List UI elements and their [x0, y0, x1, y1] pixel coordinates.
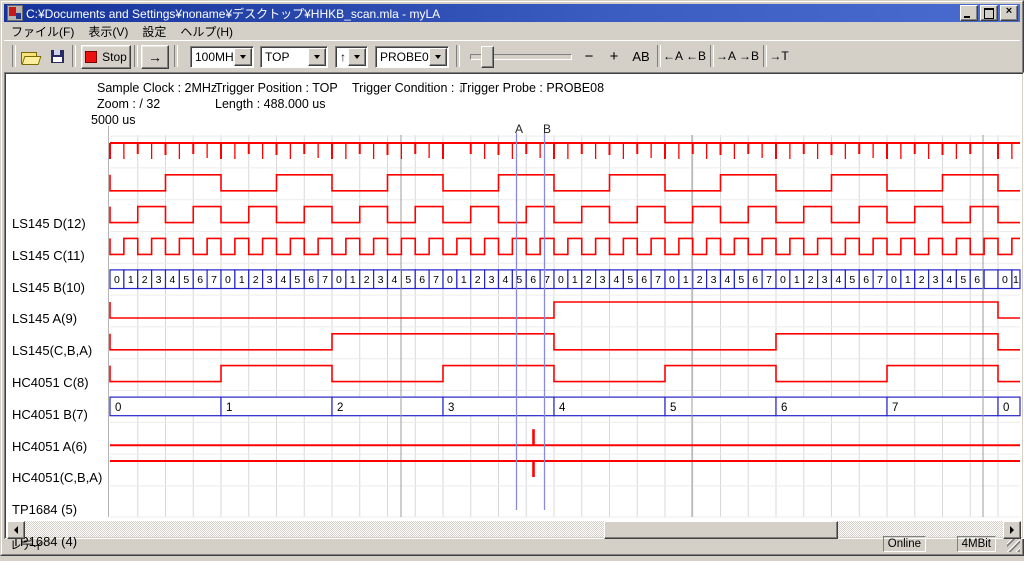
minimize-icon [964, 16, 970, 18]
trigger-probe-value: PROBE00 [376, 50, 429, 64]
toolbar-separator [134, 45, 138, 67]
close-button[interactable]: × [1000, 5, 1018, 21]
zoom-out-button[interactable]: − [580, 45, 598, 67]
left-arrow-icon [14, 526, 18, 534]
trigger-edge-select[interactable]: ↑ [335, 46, 368, 68]
run-arrow-icon: → [148, 49, 162, 65]
menu-bar: ファイル(F) 表示(V) 設定 ヘルプ(H) [4, 23, 1020, 40]
zoom-ab-button[interactable]: AB [628, 45, 654, 67]
signal-label: TP1684 (5) [12, 502, 77, 517]
maximize-icon [984, 8, 994, 19]
open-file-button[interactable] [18, 45, 42, 67]
waveform-panel: Sample Clock : 2MHz Trigger Position : T… [4, 72, 1024, 539]
resize-grip[interactable] [1007, 539, 1020, 552]
toolbar-separator [657, 45, 661, 67]
signal-label: LS145 D(12) [12, 216, 86, 231]
trigger-position-value: TOP [261, 50, 308, 64]
save-file-button[interactable] [46, 45, 68, 67]
signal-label: LS145 A(9) [12, 311, 77, 326]
online-indicator: Online [883, 536, 926, 552]
signal-label: HC4051(C,B,A) [12, 470, 102, 485]
goto-cursor-b-right-button[interactable]: →B [738, 45, 760, 67]
zoom-slider-thumb[interactable] [481, 46, 494, 68]
open-folder-icon [21, 50, 39, 63]
window-frame: C:¥Documents and Settings¥noname¥デスクトップ¥… [1, 1, 1023, 555]
toolbar-separator [12, 45, 16, 67]
signal-label: LS145 C(11) [12, 248, 85, 263]
signal-label: HC4051 C(8) [12, 375, 89, 390]
goto-cursor-a-left-button[interactable]: ←A [662, 45, 684, 67]
stop-button[interactable]: Stop [81, 45, 131, 69]
dropdown-arrow-icon[interactable] [308, 48, 326, 66]
toolbar-separator [710, 45, 714, 67]
menu-item-view[interactable]: 表示(V) [81, 22, 135, 41]
run-button[interactable]: → [141, 45, 169, 69]
window-controls: × [960, 5, 1018, 21]
zoom-in-button[interactable]: + [605, 45, 623, 67]
dropdown-arrow-icon[interactable] [234, 48, 252, 66]
signal-label: HC4051 A(6) [12, 439, 87, 454]
dropdown-arrow-icon[interactable] [429, 48, 447, 66]
app-icon[interactable] [7, 5, 23, 21]
trigger-probe-select[interactable]: PROBE00 [375, 46, 449, 68]
dropdown-arrow-icon[interactable] [348, 48, 366, 66]
stop-label: Stop [102, 50, 127, 64]
toolbar-separator [763, 45, 767, 67]
menu-item-file[interactable]: ファイル(F) [4, 22, 81, 41]
signal-label: HC4051 B(7) [12, 407, 88, 422]
window-title: C:¥Documents and Settings¥noname¥デスクトップ¥… [26, 5, 956, 22]
goto-cursor-b-left-button[interactable]: ←B [685, 45, 707, 67]
signal-label: LS145(C,B,A) [12, 343, 92, 358]
signal-label: LS145 B(10) [12, 280, 85, 295]
trigger-position-select[interactable]: TOP [260, 46, 328, 68]
menu-item-help[interactable]: ヘルプ(H) [173, 22, 240, 41]
right-arrow-icon [1010, 526, 1014, 534]
toolbar: Stop → 100MHz TOP ↑ PROBE00 − + AB ←A [4, 40, 1020, 72]
status-message: レディ [10, 537, 44, 553]
sample-clock-value: 100MHz [191, 50, 234, 64]
save-floppy-icon [51, 50, 64, 63]
toolbar-separator [174, 45, 178, 67]
memory-size-indicator: 4MBit [957, 536, 996, 552]
maximize-button[interactable] [980, 5, 998, 21]
minimize-button[interactable] [960, 5, 978, 21]
signal-label-column: LS145 D(12) LS145 C(11) LS145 B(10) LS145 A… [4, 72, 1024, 539]
stop-icon [85, 51, 97, 63]
toolbar-separator [72, 45, 76, 67]
menu-item-settings[interactable]: 設定 [135, 22, 173, 41]
toolbar-separator [456, 45, 460, 67]
sample-clock-select[interactable]: 100MHz [190, 46, 254, 68]
title-bar[interactable]: C:¥Documents and Settings¥noname¥デスクトップ¥… [4, 4, 1020, 22]
goto-trigger-button[interactable]: →T [768, 45, 790, 67]
trigger-edge-value: ↑ [336, 50, 348, 64]
status-bar: レディ Online 4MBit [4, 535, 1020, 552]
app-window: C:¥Documents and Settings¥noname¥デスクトップ¥… [0, 0, 1024, 556]
goto-cursor-a-right-button[interactable]: →A [715, 45, 737, 67]
